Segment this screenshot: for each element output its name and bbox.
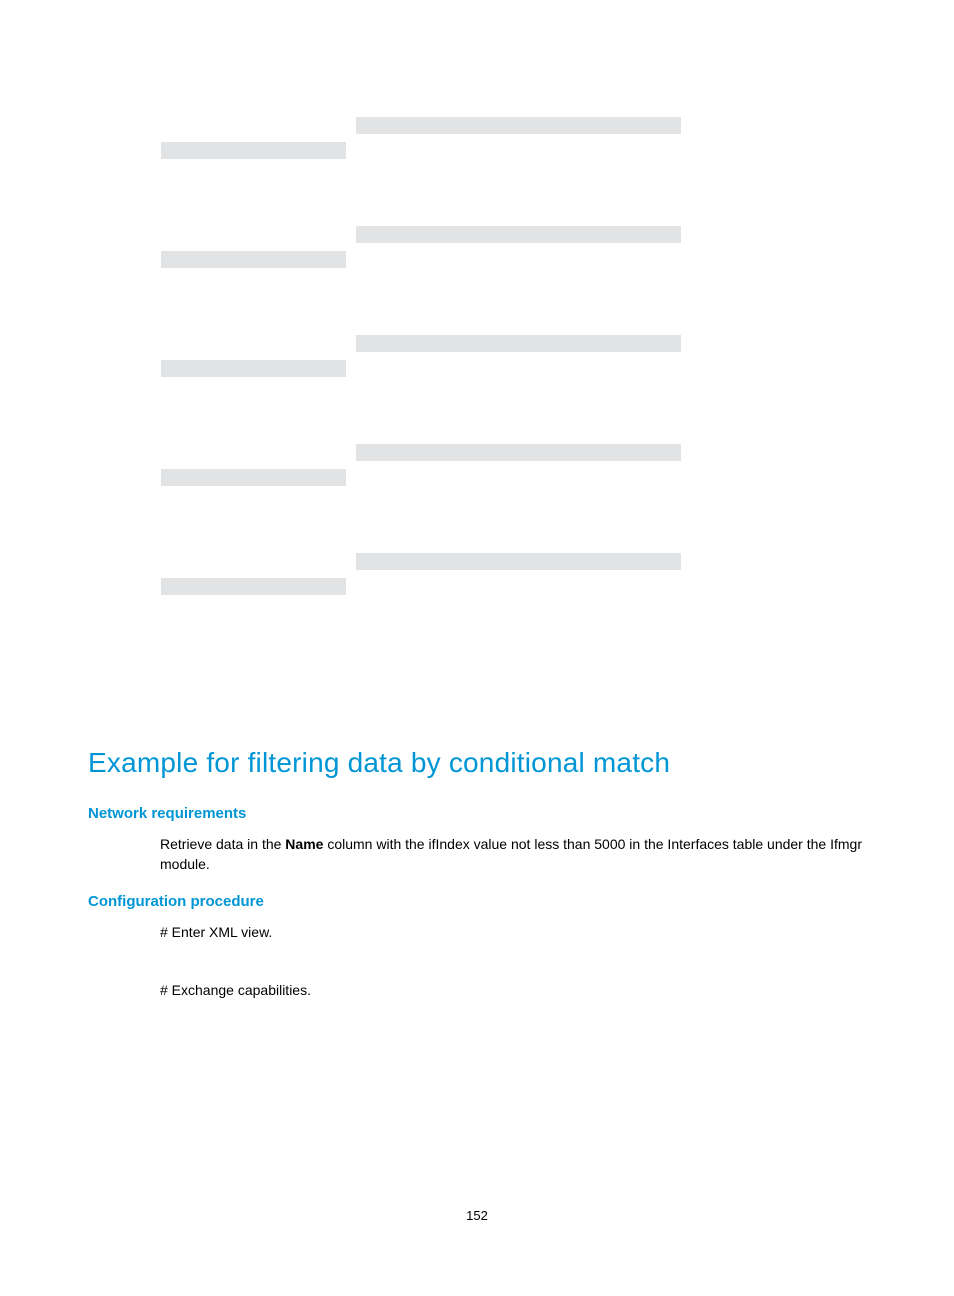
- section-title: Example for filtering data by conditiona…: [88, 747, 870, 779]
- placeholder-block-region: [161, 117, 681, 662]
- paragraph-retrieve: Retrieve data in the Name column with th…: [160, 834, 870, 875]
- content-region: Example for filtering data by conditiona…: [88, 747, 870, 1038]
- step-exchange-capabilities: # Exchange capabilities.: [160, 980, 870, 1000]
- subheading-network-requirements: Network requirements: [88, 805, 870, 822]
- placeholder-row: [161, 226, 681, 335]
- placeholder-bar: [161, 251, 346, 268]
- placeholder-bar: [356, 553, 681, 570]
- text-bold-name: Name: [285, 836, 323, 852]
- placeholder-bar: [356, 117, 681, 134]
- text-fragment: Retrieve data in the: [160, 836, 285, 852]
- placeholder-bar: [161, 469, 346, 486]
- page-number: 152: [0, 1208, 954, 1223]
- step-enter-xml: # Enter XML view.: [160, 922, 870, 942]
- subheading-configuration-procedure: Configuration procedure: [88, 893, 870, 910]
- placeholder-row: [161, 335, 681, 444]
- placeholder-bar: [161, 578, 346, 595]
- placeholder-row: [161, 444, 681, 553]
- placeholder-bar: [161, 142, 346, 159]
- placeholder-bar: [161, 360, 346, 377]
- placeholder-bar: [356, 226, 681, 243]
- placeholder-row: [161, 117, 681, 226]
- placeholder-bar: [356, 444, 681, 461]
- placeholder-bar: [356, 335, 681, 352]
- placeholder-row: [161, 553, 681, 662]
